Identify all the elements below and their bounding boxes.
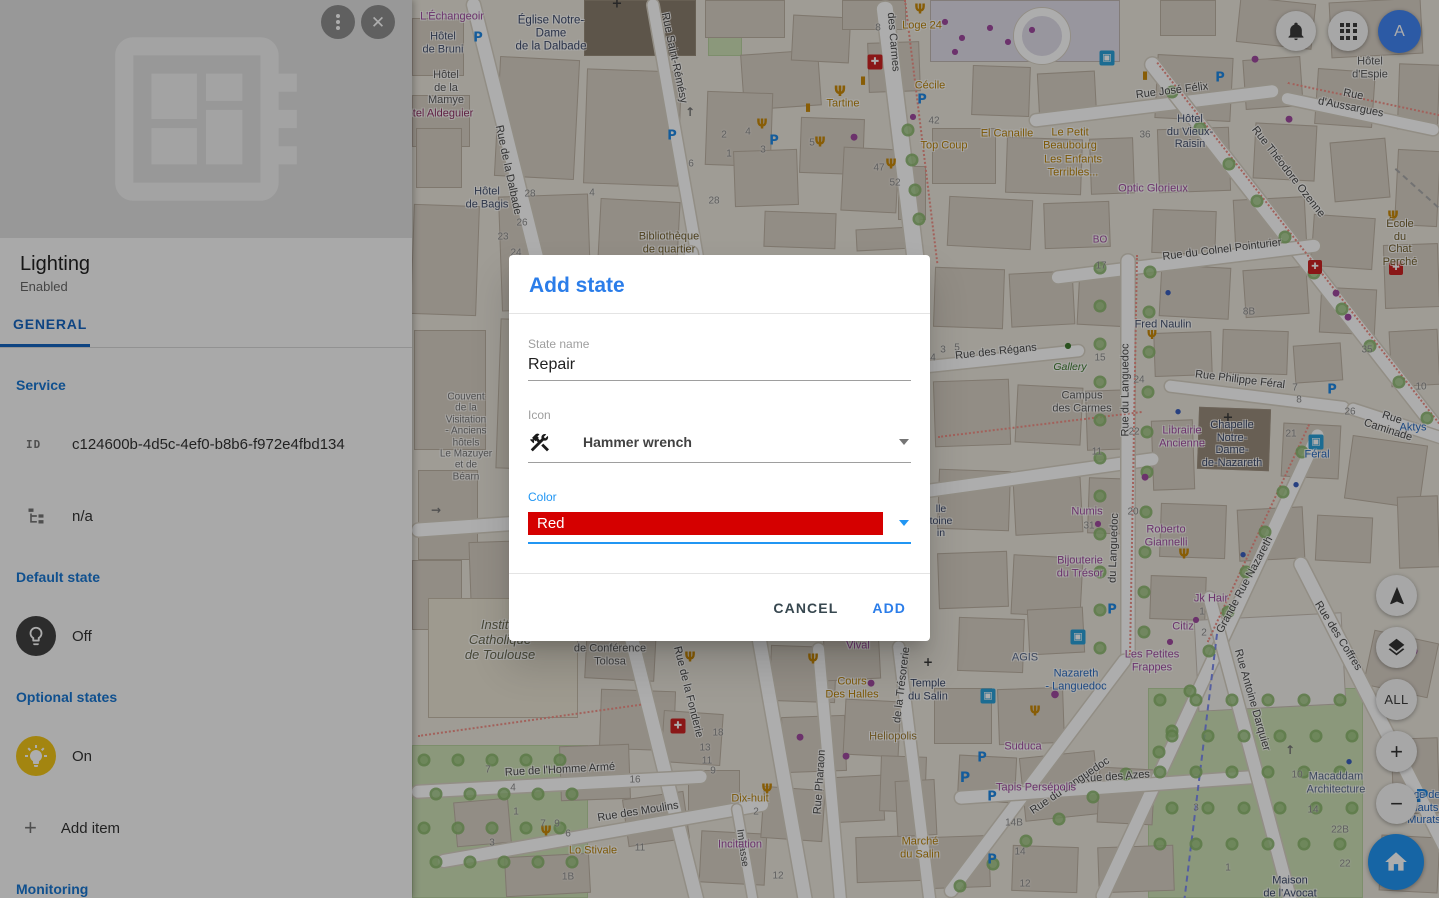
state-name-input[interactable] [528,356,911,374]
add-button[interactable]: ADD [872,600,906,616]
icon-select[interactable]: Hammer wrench [528,428,911,456]
icon-select-value: Hammer wrench [583,434,692,450]
color-select[interactable]: Red [528,509,911,537]
icon-field: Icon Hammer wrench [528,408,911,463]
dialog-title: Add state [509,255,930,314]
dialog-actions: CANCEL ADD [509,573,930,641]
icon-field-label: Icon [528,408,911,422]
color-underline [528,542,911,544]
state-name-underline [528,380,911,381]
color-field: Color Red [528,490,911,544]
icon-underline [528,462,911,463]
icon-caret-icon [899,439,909,445]
color-select-value: Red [528,512,883,535]
state-name-label: State name [528,337,911,351]
cancel-button[interactable]: CANCEL [773,600,838,616]
state-name-field: State name [528,337,911,381]
color-caret-icon [899,520,909,526]
color-field-label: Color [528,490,911,504]
hammer-wrench-icon [528,431,551,454]
add-state-dialog: Add state State name Icon Hammer wrench … [509,255,930,641]
